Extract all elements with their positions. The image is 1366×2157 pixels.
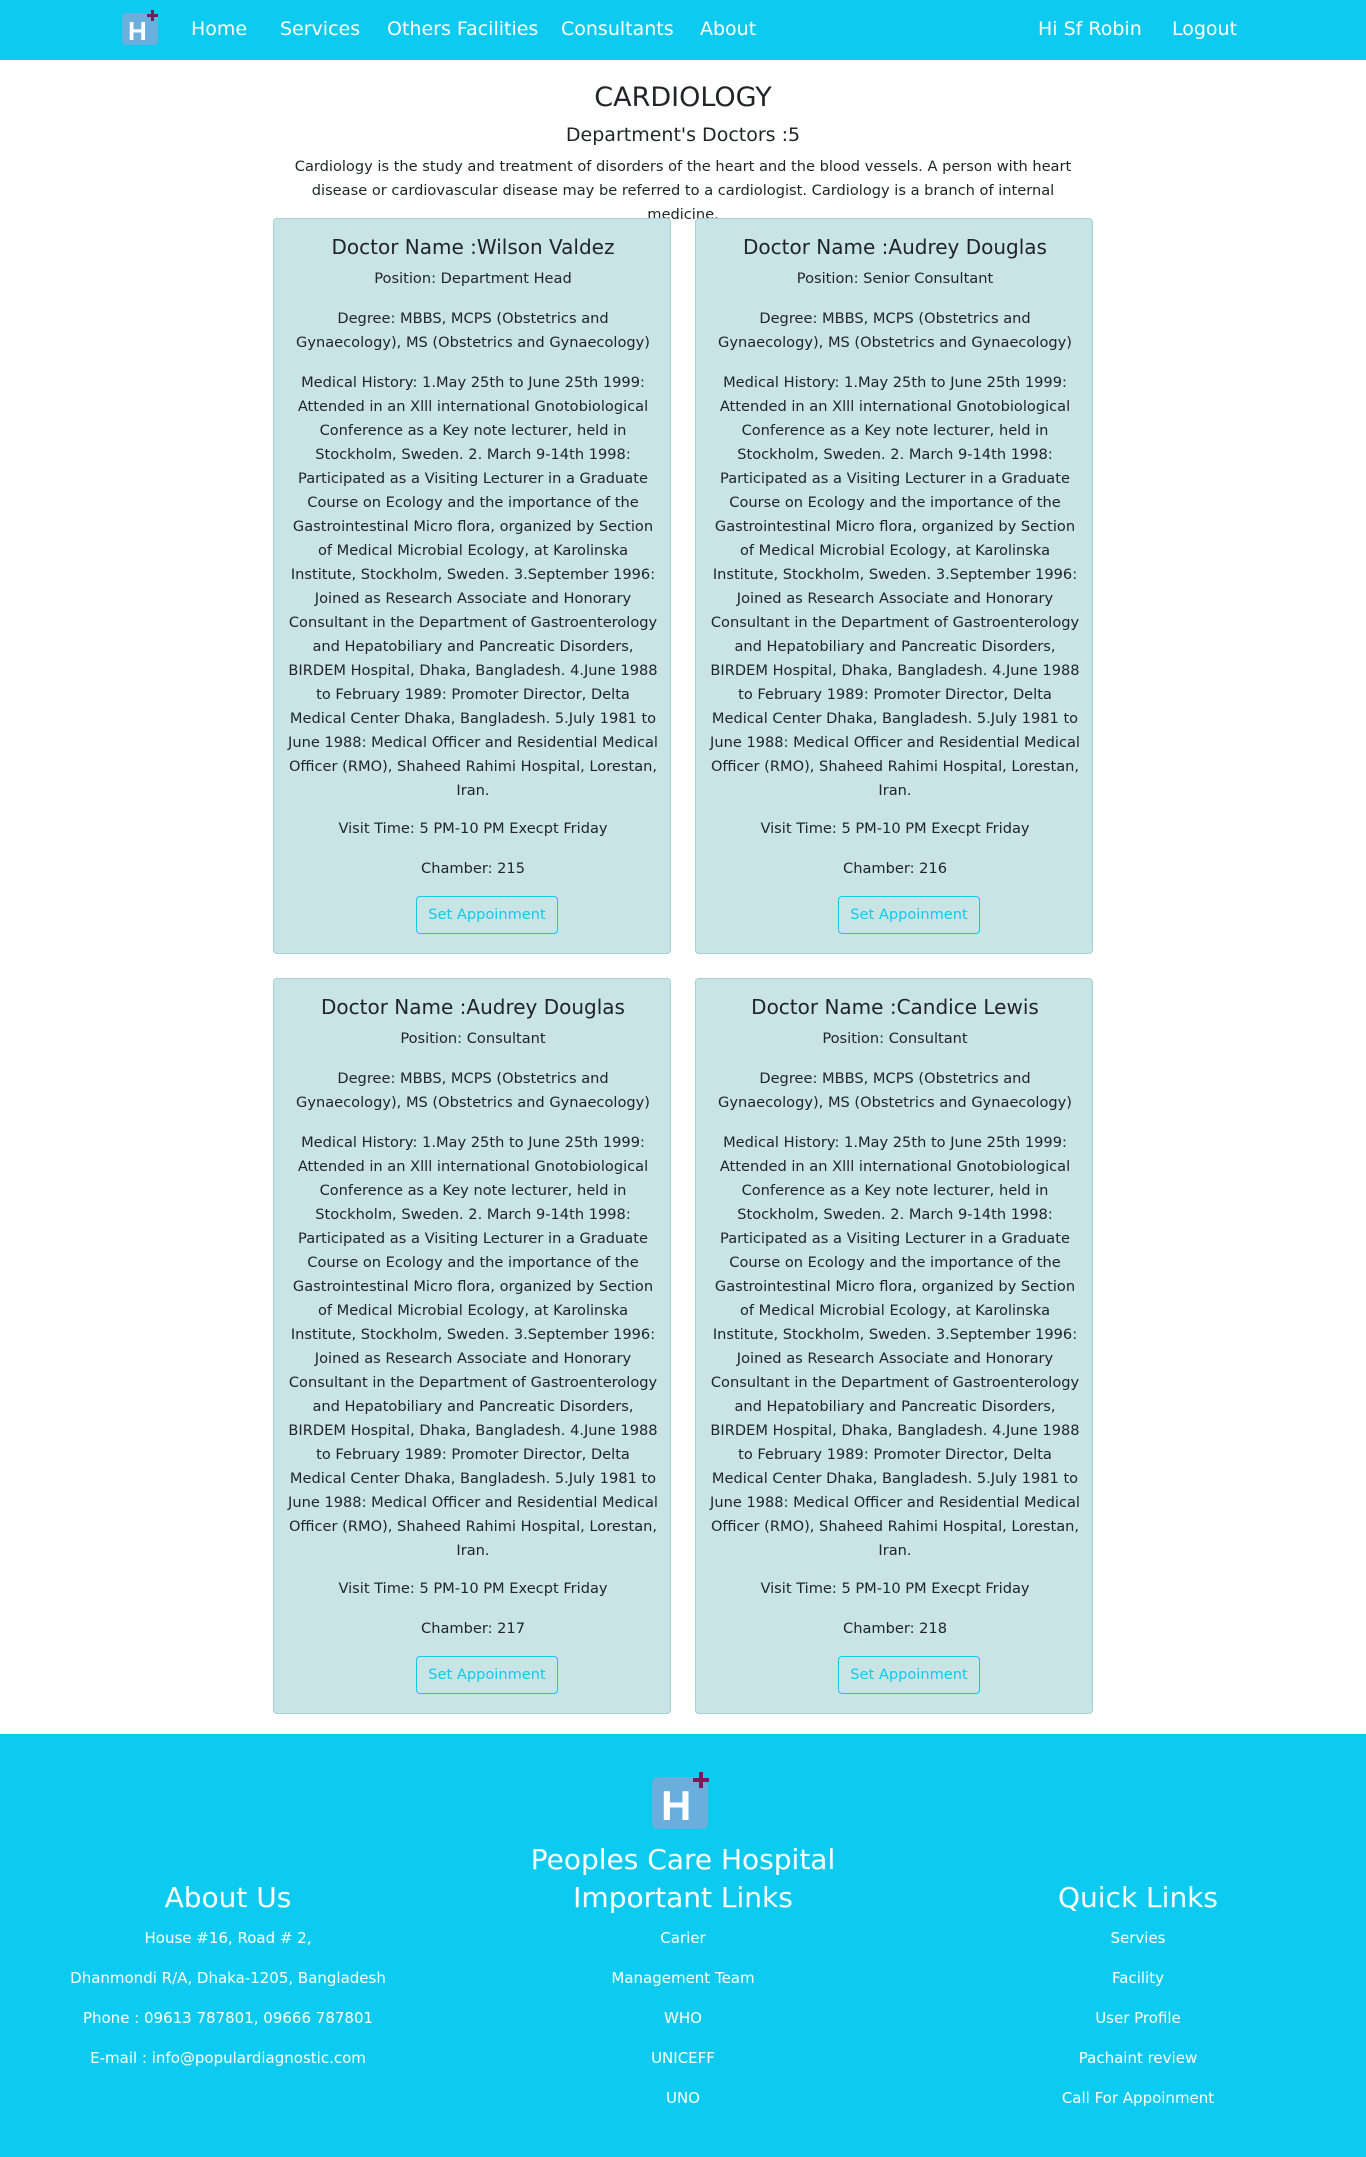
doctor-position: Position: Senior Consultant [796,270,994,287]
logout-link[interactable]: Logout [1172,17,1237,41]
doctor-position: Position: Department Head [374,270,572,287]
footer-phone: Phone : 09613 787801, 09666 787801 [82,2009,374,2027]
nav-facilities-link[interactable]: Others Facilities [387,17,538,41]
footer-hospital-name: Peoples Care Hospital [530,1843,836,1876]
footer-about-column: About Us House #16, Road # 2, Dhanmondi … [18,1880,438,2078]
footer-link-user-profile[interactable]: User Profile [928,1998,1348,2038]
svg-text:H: H [128,16,147,46]
department-description: Cardiology is the study and treatment of… [294,158,1072,223]
doctor-card: Doctor Name :Audrey Douglas Position: Se… [695,218,1093,954]
footer-quick-links-heading: Quick Links [1057,1881,1218,1914]
footer-email: E-mail : info@populardiagnostic.com [90,2049,366,2067]
doctor-position: Position: Consultant [822,1030,968,1047]
hospital-logo-icon: H [652,1772,709,1829]
doctor-degree: Degree: MBBS, MCPS (Obstetrics and Gynae… [296,1070,650,1111]
top-navbar: H Home Services Others Facilities Consul… [0,0,1366,60]
doctor-name: Doctor Name :Wilson Valdez [331,235,615,259]
doctor-card: Doctor Name :Audrey Douglas Position: Co… [273,978,671,1714]
footer-link-uniceff[interactable]: UNICEFF [473,2038,893,2078]
doctor-medical-history: Medical History: 1.May 25th to June 25th… [288,1134,658,1559]
footer-link-facility[interactable]: Facility [928,1958,1348,1998]
set-appointment-button[interactable]: Set Appoinment [838,1656,980,1694]
footer-link-uno[interactable]: UNO [473,2078,893,2118]
department-doctor-count: Department's Doctors :5 [565,124,801,146]
nav-home-link[interactable]: Home [191,17,247,41]
footer-link-call-for-appoinment[interactable]: Call For Appoinment [928,2078,1348,2118]
doctor-name: Doctor Name :Candice Lewis [751,995,1039,1019]
user-greeting-link[interactable]: Hi Sf Robin [1038,17,1142,41]
doctor-chamber: Chamber: 215 [421,860,525,877]
doctor-visit-time: Visit Time: 5 PM-10 PM Execpt Friday [338,820,608,837]
footer-link-who[interactable]: WHO [473,1998,893,2038]
footer-address-line: Dhanmondi R/A, Dhaka-1205, Bangladesh [70,1969,386,1987]
footer-address-line: House #16, Road # 2, [144,1929,312,1947]
footer-link-carier[interactable]: Carier [473,1918,893,1958]
footer-important-links-column: Important Links Carier Management Team W… [473,1880,893,2118]
set-appointment-button[interactable]: Set Appoinment [416,1656,558,1694]
doctor-degree: Degree: MBBS, MCPS (Obstetrics and Gynae… [718,1070,1072,1111]
doctor-visit-time: Visit Time: 5 PM-10 PM Execpt Friday [760,820,1030,837]
department-title: CARDIOLOGY [594,82,772,113]
doctor-position: Position: Consultant [400,1030,546,1047]
doctor-medical-history: Medical History: 1.May 25th to June 25th… [710,374,1080,799]
doctor-medical-history: Medical History: 1.May 25th to June 25th… [288,374,658,799]
set-appointment-button[interactable]: Set Appoinment [416,896,558,934]
svg-text:H: H [661,1782,691,1829]
footer-link-pachaint-review[interactable]: Pachaint review [928,2038,1348,2078]
doctor-card: Doctor Name :Candice Lewis Position: Con… [695,978,1093,1714]
footer-quick-links-column: Quick Links Servies Facility User Profil… [928,1880,1348,2118]
footer-important-links-heading: Important Links [573,1881,793,1914]
nav-services-link[interactable]: Services [280,17,360,41]
nav-consultants-link[interactable]: Consultants [561,17,674,41]
footer-link-management-team[interactable]: Management Team [473,1958,893,1998]
footer-link-servies[interactable]: Servies [928,1918,1348,1958]
doctor-chamber: Chamber: 216 [843,860,947,877]
doctor-visit-time: Visit Time: 5 PM-10 PM Execpt Friday [338,1580,608,1597]
doctor-card: Doctor Name :Wilson Valdez Position: Dep… [273,218,671,954]
doctor-degree: Degree: MBBS, MCPS (Obstetrics and Gynae… [718,310,1072,351]
doctor-name: Doctor Name :Audrey Douglas [321,995,625,1019]
doctor-medical-history: Medical History: 1.May 25th to June 25th… [710,1134,1080,1559]
nav-about-link[interactable]: About [700,17,756,41]
hospital-logo-icon[interactable]: H [122,10,162,46]
footer-about-heading: About Us [164,1881,292,1914]
doctor-chamber: Chamber: 218 [843,1620,947,1637]
doctor-degree: Degree: MBBS, MCPS (Obstetrics and Gynae… [296,310,650,351]
doctor-name: Doctor Name :Audrey Douglas [743,235,1047,259]
doctor-visit-time: Visit Time: 5 PM-10 PM Execpt Friday [760,1580,1030,1597]
doctor-chamber: Chamber: 217 [421,1620,525,1637]
set-appointment-button[interactable]: Set Appoinment [838,896,980,934]
site-footer: H Peoples Care Hospital About Us House #… [0,1734,1366,2157]
